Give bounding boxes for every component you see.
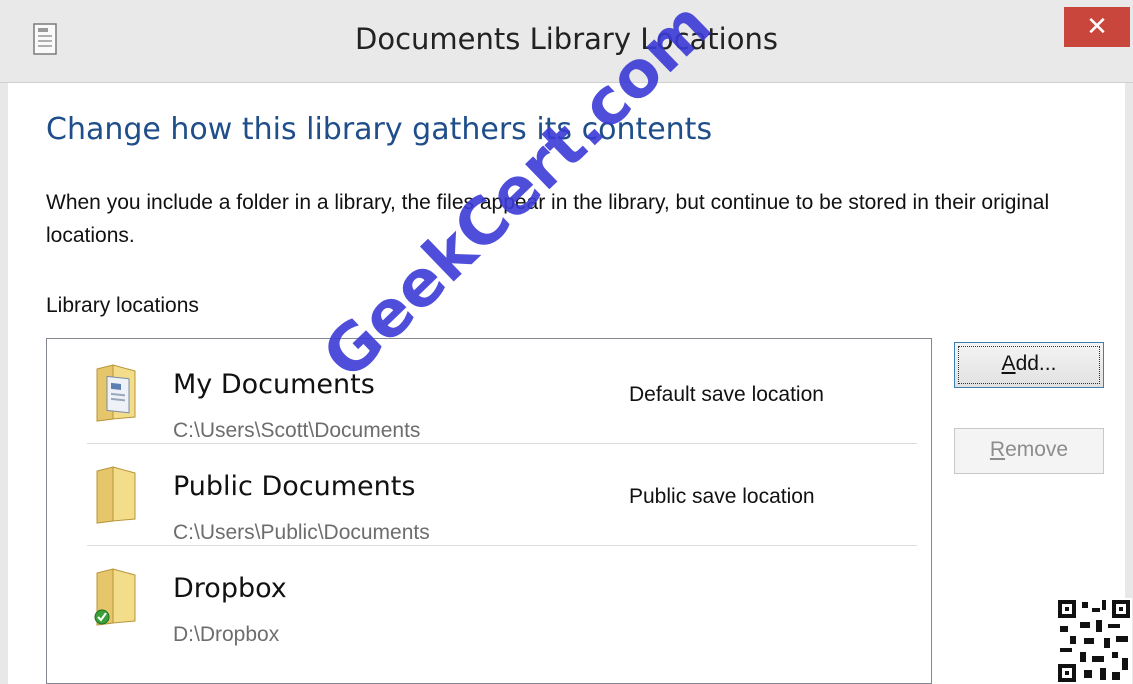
location-item-my-documents[interactable]: My Documents C:\Users\Scott\Documents De…	[87, 343, 917, 444]
location-path: D:\Dropbox	[173, 623, 280, 646]
folder-icon	[96, 466, 136, 524]
description-text: When you include a folder in a library, …	[46, 191, 1050, 247]
remove-button-label: emove	[1005, 438, 1069, 461]
add-button-label: dd...	[1015, 352, 1057, 375]
location-path: C:\Users\Public\Documents	[173, 521, 430, 544]
documents-folder-icon	[96, 364, 136, 422]
close-button[interactable]: ✕	[1064, 7, 1130, 47]
library-locations-dialog: Documents Library Locations ✕ Change how…	[0, 0, 1133, 684]
title-bar: Documents Library Locations ✕	[0, 0, 1133, 83]
location-status: Public save location	[629, 485, 815, 508]
window-title: Documents Library Locations	[355, 22, 778, 56]
location-name: Dropbox	[173, 573, 287, 604]
qr-code-icon	[1056, 598, 1132, 684]
location-path: C:\Users\Scott\Documents	[173, 419, 421, 442]
location-status: Default save location	[629, 383, 824, 406]
location-name: My Documents	[173, 369, 375, 400]
location-name: Public Documents	[173, 471, 416, 502]
add-button[interactable]: Add...	[954, 342, 1104, 388]
dropbox-folder-icon	[94, 568, 136, 626]
location-item-dropbox[interactable]: Dropbox D:\Dropbox	[87, 547, 917, 647]
remove-button[interactable]: Remove	[954, 428, 1104, 474]
location-item-public-documents[interactable]: Public Documents C:\Users\Public\Documen…	[87, 445, 917, 546]
page-heading: Change how this library gathers its cont…	[46, 112, 713, 147]
library-locations-list[interactable]: My Documents C:\Users\Scott\Documents De…	[46, 338, 932, 684]
remove-access-key: R	[989, 438, 1006, 461]
add-access-key: A	[1001, 352, 1016, 375]
library-locations-label: Library locations	[46, 294, 199, 317]
